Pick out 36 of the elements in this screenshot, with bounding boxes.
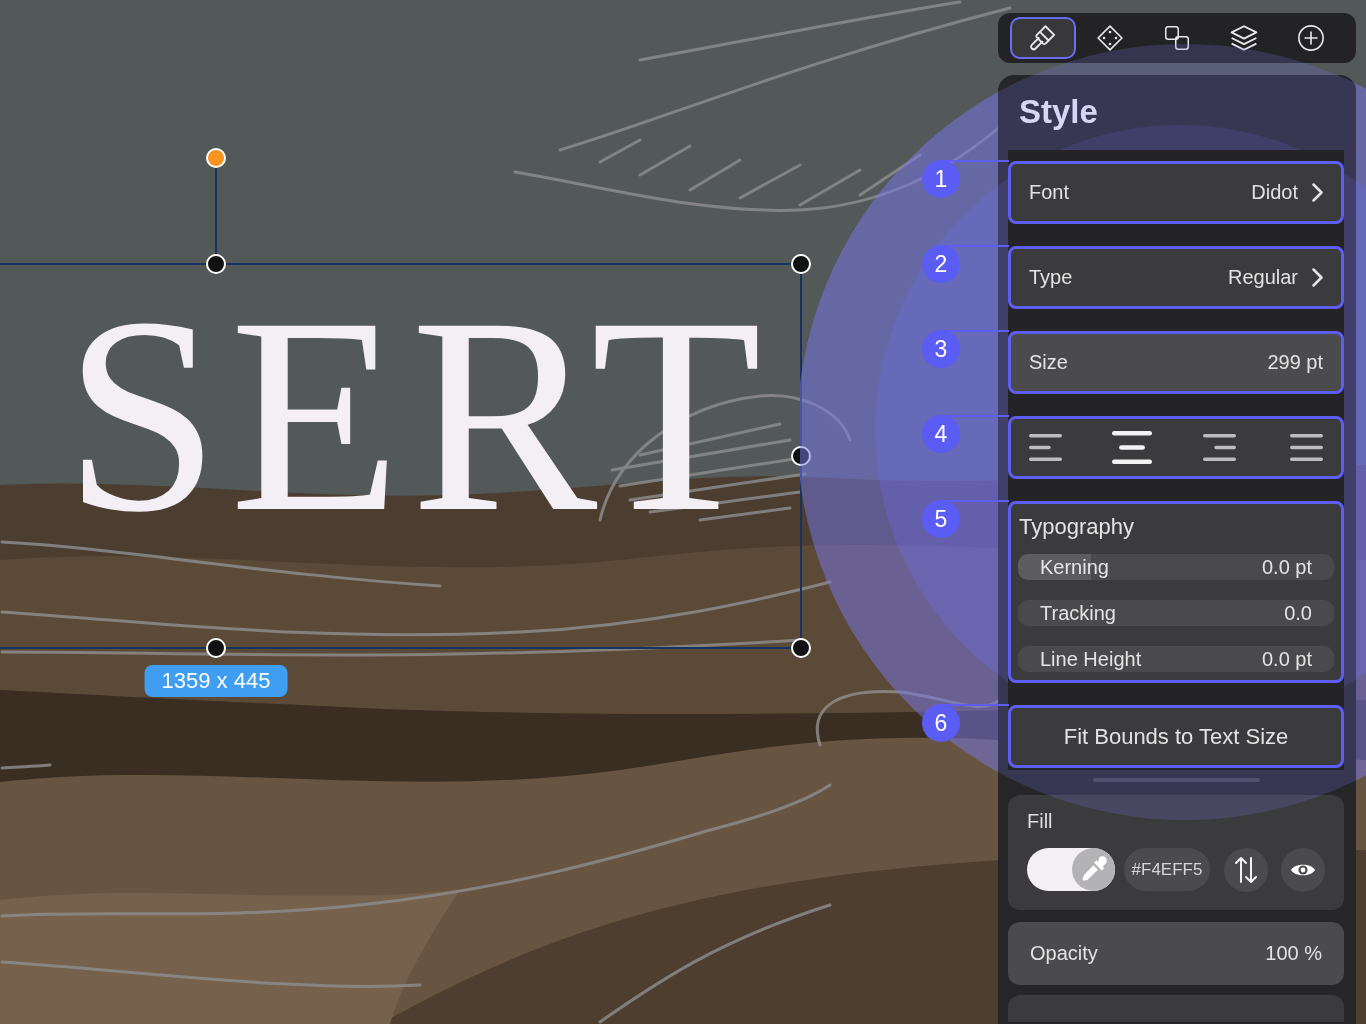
slider-label: Line Height <box>1040 647 1142 671</box>
action-button[interactable]: Fit Bounds to Text Size <box>1008 705 1344 768</box>
slider-value: 0.0 <box>1284 601 1312 625</box>
slider-track[interactable]: Line Height 0.0 pt <box>1018 646 1334 672</box>
chevron-right-icon <box>1312 268 1323 287</box>
align-left-icon <box>1028 434 1062 461</box>
picker-button[interactable]: Type Regular <box>1008 246 1344 309</box>
toolbar-tab[interactable] <box>1010 17 1076 59</box>
slider-value: 0.0 pt <box>1261 647 1312 671</box>
add-icon <box>1298 25 1324 51</box>
align-justify-icon <box>1290 434 1324 461</box>
group-title: Typography <box>1018 514 1134 540</box>
headline-text: SERT <box>64 275 772 555</box>
slider-label: Kerning <box>1040 555 1109 579</box>
layers-icon <box>1230 25 1258 51</box>
fill-label: Fill <box>1027 811 1053 831</box>
hex-field[interactable]: #F4EFF5 <box>1123 848 1211 891</box>
opacity-field[interactable]: Opacity 100 % <box>1008 922 1344 985</box>
slider-label: Tracking <box>1040 601 1116 625</box>
diamond-icon <box>1097 25 1123 51</box>
color-well-button[interactable] <box>1027 848 1115 891</box>
overlapping-squares-icon <box>1165 26 1189 50</box>
swap-arrows-icon <box>1234 855 1259 884</box>
size-label: 1359 x 445 <box>144 665 288 697</box>
slider-value: 0.0 pt <box>1261 555 1312 579</box>
stepper-field[interactable]: Size 299 pt <box>1008 331 1344 394</box>
panel-title: Style <box>1018 92 1098 132</box>
align-center-icon <box>1112 431 1153 464</box>
chevron-right-icon <box>1312 183 1323 202</box>
picker-button[interactable]: Font Didot <box>1008 161 1344 224</box>
paintbrush-icon <box>1030 25 1056 51</box>
eyedropper-icon <box>1071 848 1115 891</box>
visibility-button[interactable] <box>1281 847 1325 892</box>
align-right-icon <box>1203 434 1237 461</box>
slider-track[interactable]: Tracking 0.0 <box>1018 600 1334 626</box>
slider-track[interactable]: Kerning 0.0 pt <box>1018 554 1334 580</box>
